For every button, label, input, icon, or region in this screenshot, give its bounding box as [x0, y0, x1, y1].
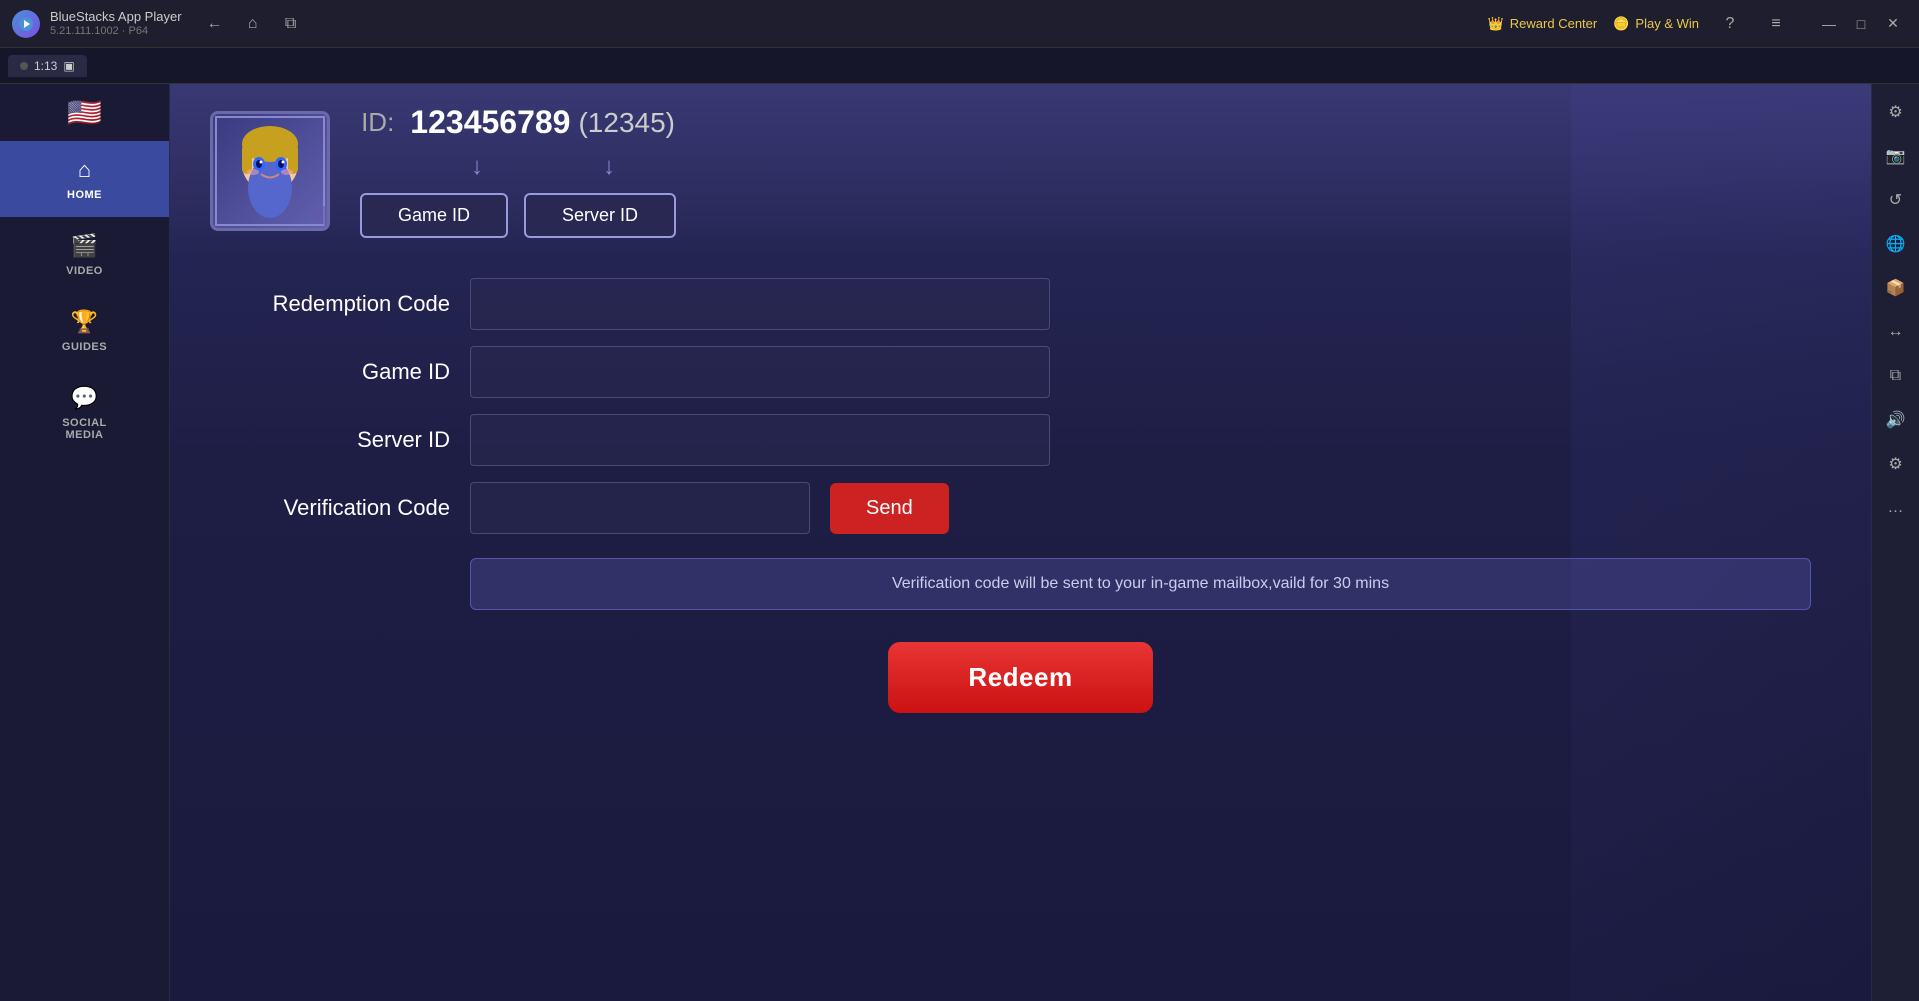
game-id-label: Game ID	[230, 359, 450, 385]
right-icon-settings[interactable]: ⚙	[1876, 92, 1916, 132]
game-id-row: Game ID	[230, 346, 1811, 398]
redemption-code-input[interactable]	[470, 278, 1050, 330]
right-sidebar: ⚙ 📷 ↺ 🌐 📦 ↔ ⧉ 🔊 ⚙ …	[1871, 84, 1919, 1001]
profile-avatar	[210, 111, 330, 231]
redeem-button[interactable]: Redeem	[888, 642, 1152, 713]
right-icon-camera[interactable]: 📷	[1876, 136, 1916, 176]
app-version: 5.21.111.1002 · P64	[50, 25, 182, 38]
main-layout: 🇺🇸 ⌂ HOME 🎬 VIDEO 🏆 GUIDES 💬 SOCIALMEDIA	[0, 84, 1919, 1001]
sidebar-item-home[interactable]: ⌂ HOME	[0, 141, 169, 217]
guides-icon: 🏆	[71, 309, 98, 335]
sidebar-item-guides[interactable]: 🏆 GUIDES	[0, 293, 169, 369]
sidebar-video-label: VIDEO	[66, 265, 103, 277]
tab-icon: ▣	[63, 59, 74, 73]
server-label: (12345)	[578, 107, 675, 139]
duplicate-button[interactable]: ⧉	[276, 9, 306, 39]
window-controls: — □ ✕	[1815, 10, 1907, 38]
right-icon-package[interactable]: 📦	[1876, 268, 1916, 308]
tab-label: 1:13	[34, 59, 57, 73]
right-icon-resize[interactable]: ↔	[1876, 312, 1916, 352]
verification-code-input[interactable]	[470, 482, 810, 534]
form-area: Redemption Code Game ID Server ID Verifi…	[170, 258, 1871, 1001]
right-icon-rotate[interactable]: ↺	[1876, 180, 1916, 220]
title-bar-right: 👑 Reward Center 🪙 Play & Win ? ≡ — □ ✕	[1488, 9, 1907, 39]
server-id-input[interactable]	[470, 414, 1050, 466]
right-icon-grid[interactable]: ⧉	[1876, 356, 1916, 396]
nav-controls: ← ⌂ ⧉	[200, 9, 306, 39]
game-id-button[interactable]: Game ID	[360, 193, 508, 238]
play-win-button[interactable]: 🪙 Play & Win	[1613, 16, 1699, 32]
profile-header: ID: 123456789 (12345) ↓ ↓ Game ID Server…	[170, 84, 1871, 258]
home-icon: ⌂	[78, 157, 91, 183]
right-icon-sound[interactable]: 🔊	[1876, 400, 1916, 440]
tab-item[interactable]: 1:13 ▣	[8, 55, 87, 77]
redemption-code-row: Redemption Code	[230, 278, 1811, 330]
home-button[interactable]: ⌂	[238, 9, 268, 39]
sidebar-social-label: SOCIALMEDIA	[62, 417, 107, 441]
close-button[interactable]: ✕	[1879, 10, 1907, 38]
crown-icon: 👑	[1488, 16, 1504, 32]
flag-icon: 🇺🇸	[67, 96, 102, 129]
coin-icon: 🪙	[1613, 16, 1629, 32]
help-button[interactable]: ?	[1715, 9, 1745, 39]
id-label: ID:	[361, 107, 394, 138]
tab-bar: 1:13 ▣	[0, 48, 1919, 84]
sidebar-item-video[interactable]: 🎬 VIDEO	[0, 217, 169, 293]
right-icon-more[interactable]: …	[1876, 488, 1916, 528]
right-icon-globe[interactable]: 🌐	[1876, 224, 1916, 264]
verification-code-row: Verification Code Send	[230, 482, 1811, 534]
video-icon: 🎬	[71, 233, 98, 259]
profile-id-section: ID: 123456789 (12345) ↓ ↓ Game ID Server…	[360, 104, 676, 238]
send-button[interactable]: Send	[830, 483, 949, 534]
app-name: BlueStacks App Player	[50, 9, 182, 25]
tab-dot	[20, 62, 28, 70]
back-button[interactable]: ←	[200, 9, 230, 39]
right-icon-config[interactable]: ⚙	[1876, 444, 1916, 484]
info-banner: Verification code will be sent to your i…	[470, 558, 1811, 610]
maximize-button[interactable]: □	[1847, 10, 1875, 38]
game-area: ID: 123456789 (12345) ↓ ↓ Game ID Server…	[170, 84, 1871, 1001]
sidebar-guides-label: GUIDES	[62, 341, 107, 353]
app-logo	[12, 10, 40, 38]
verification-input-group: Send	[470, 482, 949, 534]
reward-center-button[interactable]: 👑 Reward Center	[1488, 16, 1598, 32]
redemption-code-label: Redemption Code	[230, 291, 450, 317]
server-id-button[interactable]: Server ID	[524, 193, 676, 238]
menu-button[interactable]: ≡	[1761, 9, 1791, 39]
game-id-arrow: ↓	[471, 153, 483, 181]
sidebar: 🇺🇸 ⌂ HOME 🎬 VIDEO 🏆 GUIDES 💬 SOCIALMEDIA	[0, 84, 170, 1001]
id-value: 123456789	[410, 104, 570, 141]
social-icon: 💬	[71, 385, 98, 411]
verification-code-label: Verification Code	[230, 495, 450, 521]
server-id-label: Server ID	[230, 427, 450, 453]
title-bar: BlueStacks App Player 5.21.111.1002 · P6…	[0, 0, 1919, 48]
profile-arrows: ↓ ↓	[421, 153, 615, 181]
profile-buttons: Game ID Server ID	[360, 193, 676, 238]
reward-center-label: Reward Center	[1510, 16, 1597, 31]
play-win-label: Play & Win	[1635, 16, 1699, 31]
server-id-arrow: ↓	[603, 153, 615, 181]
sidebar-home-label: HOME	[67, 189, 102, 201]
minimize-button[interactable]: —	[1815, 10, 1843, 38]
sidebar-flag: 🇺🇸	[0, 84, 169, 141]
sidebar-item-social[interactable]: 💬 SOCIALMEDIA	[0, 369, 169, 457]
server-id-row: Server ID	[230, 414, 1811, 466]
game-id-input[interactable]	[470, 346, 1050, 398]
